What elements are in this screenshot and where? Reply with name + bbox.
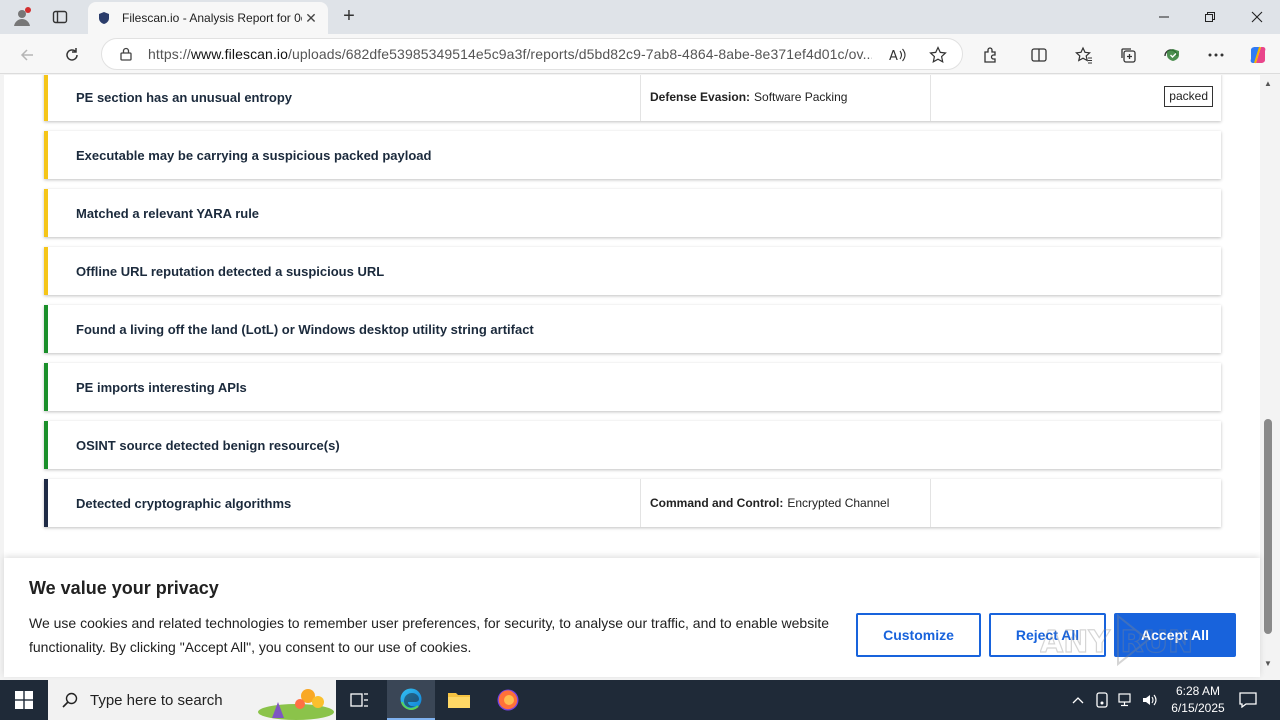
more-options-icon[interactable] xyxy=(1204,43,1228,67)
finding-row[interactable]: Executable may be carrying a suspicious … xyxy=(44,131,1221,179)
split-screen-icon[interactable] xyxy=(1027,43,1051,67)
finding-title: Executable may be carrying a suspicious … xyxy=(76,147,432,163)
scroll-up-arrow-icon[interactable]: ▲ xyxy=(1261,77,1275,91)
mitre-tactic: Defense Evasion: xyxy=(650,90,751,104)
extensions-icon[interactable] xyxy=(979,43,1003,67)
tab-actions-icon[interactable] xyxy=(48,5,72,29)
show-hidden-icons-chevron-up-icon[interactable] xyxy=(1068,690,1088,710)
firefox-icon xyxy=(497,689,519,711)
filescan-favicon-icon xyxy=(96,10,112,26)
tab-close-icon[interactable]: ✕ xyxy=(302,10,320,27)
read-aloud-icon[interactable]: A xyxy=(888,45,908,65)
address-bar[interactable]: https://www.filescan.io/uploads/682dfe53… xyxy=(101,38,963,70)
back-arrow-icon[interactable] xyxy=(14,42,40,68)
tab-title: Filescan.io - Analysis Report for 0c xyxy=(122,11,302,25)
browser-essentials-icon[interactable] xyxy=(1161,43,1185,67)
reject-all-button[interactable]: Reject All xyxy=(989,613,1106,657)
site-info-lock-icon[interactable] xyxy=(118,46,134,62)
clock-date: 6/15/2025 xyxy=(1171,701,1225,715)
accept-all-button[interactable]: Accept All xyxy=(1114,613,1236,657)
finding-tag[interactable]: packed xyxy=(1164,86,1213,107)
cookie-title: We value your privacy xyxy=(29,578,219,598)
cookie-description: We use cookies and related technologies … xyxy=(29,615,829,655)
taskbar-search-box[interactable]: Type here to search xyxy=(48,680,336,720)
windows-logo-icon xyxy=(15,691,33,709)
favorite-star-icon[interactable] xyxy=(928,45,948,65)
profile-icon[interactable] xyxy=(10,5,34,29)
mitre-tactic: Command and Control: xyxy=(650,496,784,510)
network-icon[interactable] xyxy=(1116,690,1136,710)
refresh-icon[interactable] xyxy=(59,42,85,68)
finding-title: PE imports interesting APIs xyxy=(76,379,247,395)
restore-button[interactable] xyxy=(1187,0,1233,34)
new-tab-button[interactable]: + xyxy=(337,5,361,29)
collections-icon[interactable] xyxy=(1116,43,1140,67)
url-prefix: https:// xyxy=(148,46,191,62)
start-button[interactable] xyxy=(0,680,48,720)
finding-title: PE section has an unusual entropy xyxy=(76,89,292,105)
finding-row[interactable]: Offline URL reputation detected a suspic… xyxy=(44,247,1221,295)
mitre-technique-cell: Command and Control: Encrypted Channel xyxy=(640,479,931,527)
task-view-icon xyxy=(350,693,368,707)
finding-row[interactable]: PE section has an unusual entropy Defens… xyxy=(44,75,1221,121)
finding-title: Offline URL reputation detected a suspic… xyxy=(76,263,385,279)
scrollbar-thumb[interactable] xyxy=(1264,419,1272,634)
taskbar-edge-button[interactable] xyxy=(387,680,435,720)
close-window-button[interactable] xyxy=(1234,0,1280,34)
folder-icon xyxy=(448,693,470,708)
taskbar-file-explorer-button[interactable] xyxy=(435,680,483,720)
mitre-technique[interactable]: Software Packing xyxy=(754,90,847,104)
url-path: /uploads/682dfe53985349514e5c9a3f/report… xyxy=(288,46,872,62)
notifications-icon[interactable] xyxy=(1238,690,1258,710)
mitre-technique[interactable]: Encrypted Channel xyxy=(787,496,889,510)
scroll-down-arrow-icon[interactable]: ▼ xyxy=(1261,657,1275,671)
volume-icon[interactable] xyxy=(1140,690,1160,710)
browser-toolbar: https://www.filescan.io/uploads/682dfe53… xyxy=(0,34,1280,74)
page-scrollbar[interactable]: ▲ ▼ xyxy=(1261,75,1275,677)
url-domain: www.filescan.io xyxy=(190,46,289,62)
tab-bar: Filescan.io - Analysis Report for 0c ✕ + xyxy=(0,0,1280,34)
mitre-technique-cell: Defense Evasion: Software Packing xyxy=(640,75,931,121)
copilot-icon[interactable] xyxy=(1246,43,1270,67)
favorites-icon[interactable] xyxy=(1072,43,1096,67)
finding-title: Detected cryptographic algorithms xyxy=(76,495,292,511)
finding-title: OSINT source detected benign resource(s) xyxy=(76,437,340,453)
customize-button[interactable]: Customize xyxy=(856,613,981,657)
cookie-consent-banner: We value your privacy We use cookies and… xyxy=(4,558,1260,677)
edge-icon xyxy=(400,688,422,711)
finding-row[interactable]: Detected cryptographic algorithms Comman… xyxy=(44,479,1221,527)
tab-filescan[interactable]: Filescan.io - Analysis Report for 0c ✕ xyxy=(88,2,328,34)
svg-text:A: A xyxy=(889,49,898,63)
device-icon[interactable] xyxy=(1092,690,1112,710)
windows-taskbar: Type here to search 6:28 AM 6/15/2025 xyxy=(0,680,1280,720)
task-view-button[interactable] xyxy=(336,680,384,720)
finding-row[interactable]: Found a living off the land (LotL) or Wi… xyxy=(44,305,1221,353)
search-icon xyxy=(62,692,78,708)
finding-title: Matched a relevant YARA rule xyxy=(76,205,260,221)
clock-time: 6:28 AM xyxy=(1175,684,1221,698)
finding-title: Found a living off the land (LotL) or Wi… xyxy=(76,321,534,337)
finding-row[interactable]: PE imports interesting APIs xyxy=(44,363,1221,411)
url-text[interactable]: https://www.filescan.io/uploads/682dfe53… xyxy=(148,46,872,62)
minimize-button[interactable] xyxy=(1141,0,1187,34)
finding-row[interactable]: OSINT source detected benign resource(s) xyxy=(44,421,1221,469)
finding-row[interactable]: Matched a relevant YARA rule xyxy=(44,189,1221,237)
search-placeholder: Type here to search xyxy=(90,691,223,709)
taskbar-clock[interactable]: 6:28 AM 6/15/2025 xyxy=(1160,683,1236,717)
taskbar-firefox-button[interactable] xyxy=(484,680,532,720)
search-highlight-flowers-icon xyxy=(258,689,334,720)
